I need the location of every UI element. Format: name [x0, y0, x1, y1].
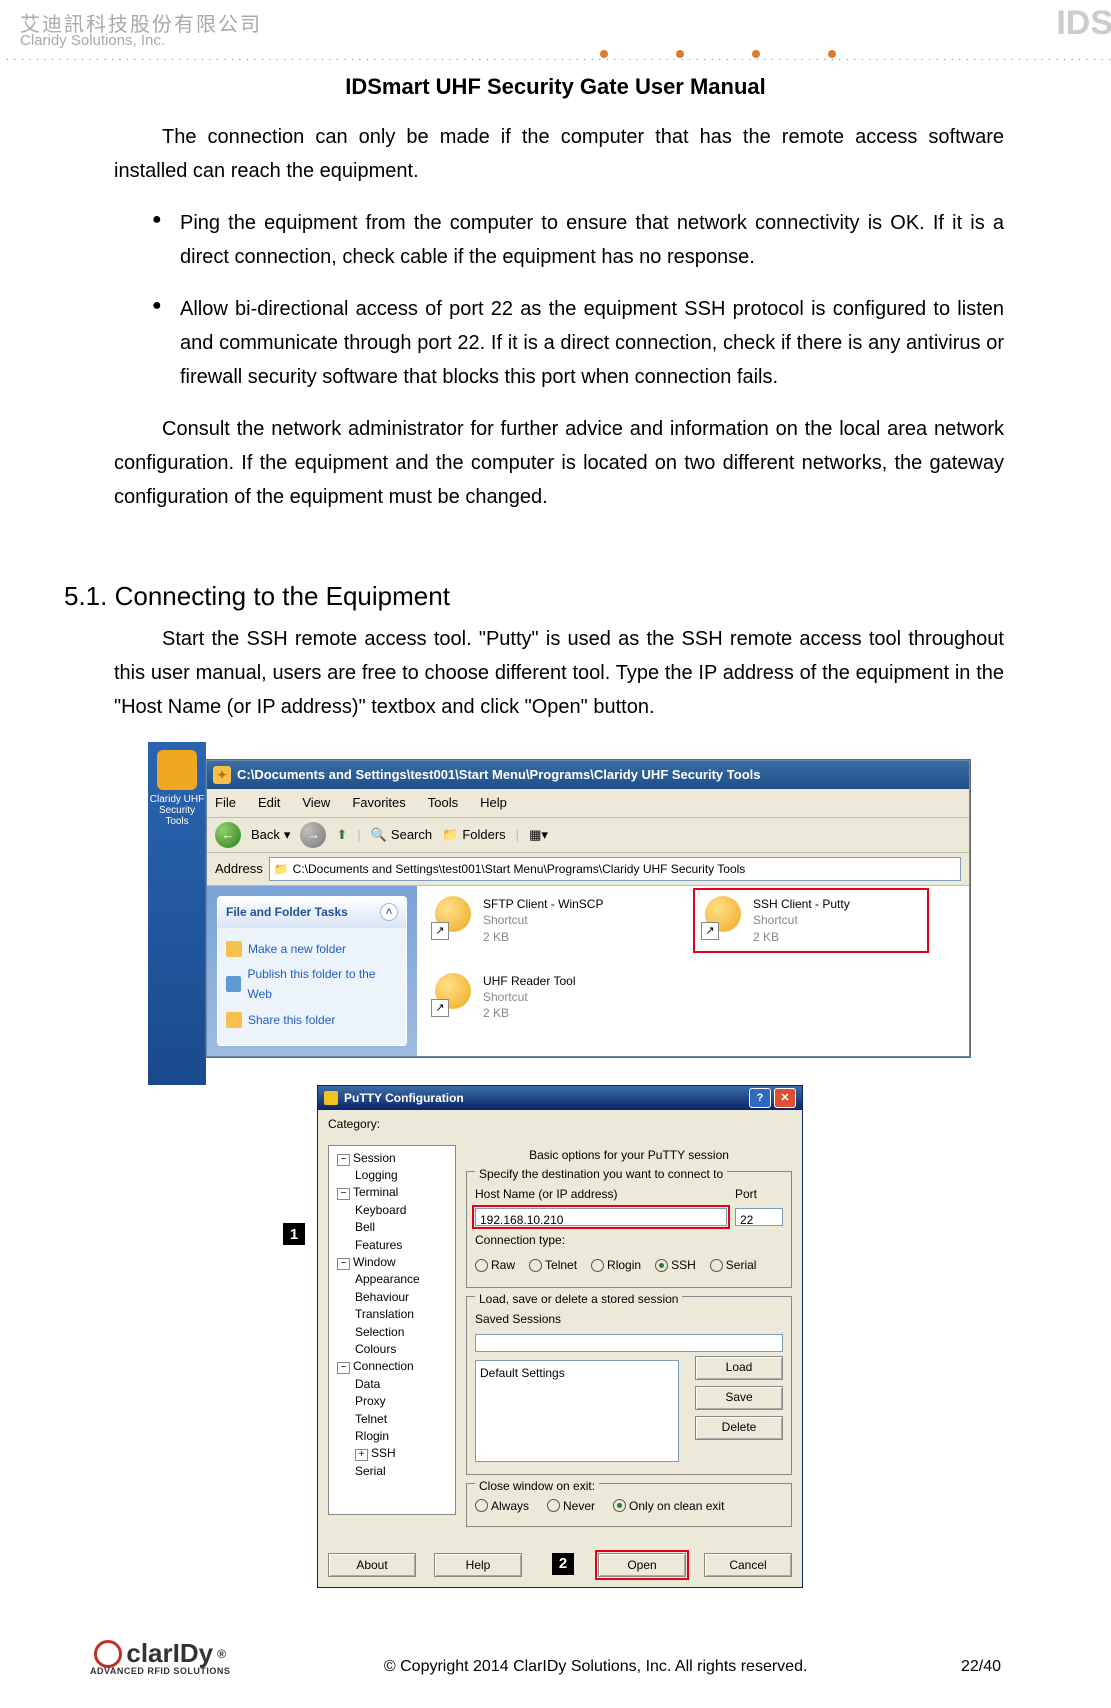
up-button-icon[interactable]: ⬆ — [336, 824, 347, 846]
explorer-window: ✦ C:\Documents and Settings\test001\Star… — [206, 760, 970, 1057]
conn-ssh[interactable]: SSH — [655, 1255, 696, 1275]
back-button-icon[interactable]: ← — [215, 822, 241, 848]
file-ssh-putty[interactable]: ↗ SSH Client - Putty Shortcut 2 KB — [697, 892, 925, 949]
close-always[interactable]: Always — [475, 1496, 529, 1516]
putty-title-text: PuTTY Configuration — [344, 1088, 464, 1108]
host-input[interactable]: 192.168.10.210 — [475, 1208, 727, 1226]
explorer-titlebar: ✦ C:\Documents and Settings\test001\Star… — [207, 761, 969, 789]
file-uhf-reader-tool[interactable]: ↗ UHF Reader Tool Shortcut 2 KB — [431, 973, 651, 1022]
session-default[interactable]: Default Settings — [480, 1363, 674, 1383]
putty-bottom-bar: About Help 2 Open Cancel — [318, 1545, 802, 1587]
sessions-legend: Load, save or delete a stored session — [475, 1289, 682, 1309]
explorer-files-pane: ↗ SFTP Client - WinSCP Shortcut 2 KB ↗ S… — [417, 886, 969, 1056]
putty-app-icon — [324, 1091, 338, 1105]
collapse-icon[interactable]: ˄ — [380, 903, 398, 921]
section-heading-5-1: 5.1. Connecting to the Equipment — [64, 574, 1004, 618]
help-window-button[interactable]: ? — [749, 1088, 771, 1108]
conn-rlogin[interactable]: Rlogin — [591, 1255, 641, 1275]
callout-2: 2 — [552, 1553, 574, 1575]
sessions-listbox[interactable]: Default Settings — [475, 1360, 679, 1462]
load-button[interactable]: Load — [695, 1356, 783, 1380]
help-button[interactable]: Help — [434, 1553, 522, 1577]
shortcut-arrow-icon: ↗ — [431, 999, 449, 1017]
page-number: 22/40 — [961, 1658, 1001, 1676]
folders-button[interactable]: 📁 Folders — [442, 824, 506, 846]
corner-logo: IDS — [1056, 4, 1111, 43]
desktop-launcher-strip: Claridy UHF Security Tools — [148, 742, 206, 1085]
paragraph-2: Consult the network administrator for fu… — [114, 412, 1004, 514]
destination-legend: Specify the destination you want to conn… — [475, 1164, 727, 1184]
page-footer: clarIDy® ADVANCED RFID SOLUTIONS © Copyr… — [0, 1638, 1111, 1676]
shortcut-arrow-icon: ↗ — [701, 922, 719, 940]
explorer-toolbar: ← Back ▾ → ⬆ | 🔍 Search 📁 Folders | ▦▾ — [207, 818, 969, 853]
search-button[interactable]: 🔍 Search — [371, 824, 432, 846]
task-publish[interactable]: Publish this folder to the Web — [226, 964, 398, 1005]
explorer-menubar: File Edit View Favorites Tools Help — [207, 789, 969, 818]
bullet-ping: Ping the equipment from the computer to … — [114, 206, 1004, 274]
menu-help[interactable]: Help — [480, 792, 507, 814]
claridy-logo: clarIDy® ADVANCED RFID SOLUTIONS — [90, 1638, 230, 1676]
address-input[interactable]: 📁 C:\Documents and Settings\test001\Star… — [269, 857, 961, 881]
panel-title: Basic options for your PuTTY session — [466, 1145, 792, 1165]
address-folder-icon: 📁 — [274, 859, 289, 879]
close-clean[interactable]: Only on clean exit — [613, 1496, 724, 1516]
folder-icon: ✦ — [213, 766, 231, 784]
launcher-label: Claridy UHF Security Tools — [148, 794, 206, 827]
host-label: Host Name (or IP address) — [475, 1184, 727, 1204]
tasks-title: File and Folder Tasks — [226, 902, 348, 922]
conn-telnet[interactable]: Telnet — [529, 1255, 577, 1275]
cancel-button[interactable]: Cancel — [704, 1553, 792, 1577]
document-title: IDSmart UHF Security Gate User Manual — [0, 74, 1111, 100]
saved-sessions-label: Saved Sessions — [475, 1309, 561, 1329]
explorer-title-text: C:\Documents and Settings\test001\Start … — [237, 764, 760, 786]
views-button-icon[interactable]: ▦▾ — [529, 824, 548, 846]
close-window-legend: Close window on exit: — [475, 1476, 599, 1496]
task-share[interactable]: Share this folder — [226, 1010, 398, 1030]
bullet-port22: Allow bi-directional access of port 22 a… — [114, 292, 1004, 394]
putty-category-tree[interactable]: −Session Logging −Terminal Keyboard Bell… — [328, 1145, 456, 1515]
putty-window: PuTTY Configuration ? ✕ Category: −Sessi… — [317, 1085, 803, 1588]
copyright-text: © Copyright 2014 ClarIDy Solutions, Inc.… — [230, 1658, 961, 1676]
menu-edit[interactable]: Edit — [258, 792, 280, 814]
callout-1: 1 — [283, 1223, 305, 1245]
open-button[interactable]: Open — [598, 1553, 686, 1577]
shortcut-arrow-icon: ↗ — [431, 922, 449, 940]
port-label: Port — [735, 1184, 783, 1204]
header-orange-dots — [600, 50, 836, 58]
file-sftp-winscp[interactable]: ↗ SFTP Client - WinSCP Shortcut 2 KB — [431, 896, 651, 945]
paragraph-3: Start the SSH remote access tool. "Putty… — [114, 622, 1004, 724]
explorer-task-pane: File and Folder Tasks ˄ Make a new folde… — [207, 886, 417, 1056]
save-button[interactable]: Save — [695, 1386, 783, 1410]
logo-ring-icon — [94, 1640, 122, 1668]
sessions-group: Load, save or delete a stored session Sa… — [466, 1296, 792, 1474]
session-name-input[interactable] — [475, 1334, 783, 1352]
conn-raw[interactable]: Raw — [475, 1255, 515, 1275]
category-label: Category: — [318, 1110, 802, 1134]
company-name-english: Claridy Solutions, Inc. — [20, 32, 165, 49]
launcher-gear-icon — [157, 750, 197, 790]
address-label: Address — [215, 858, 263, 880]
menu-tools[interactable]: Tools — [428, 792, 458, 814]
menu-favorites[interactable]: Favorites — [352, 792, 405, 814]
close-window-button[interactable]: ✕ — [774, 1088, 796, 1108]
address-value: C:\Documents and Settings\test001\Start … — [293, 859, 746, 879]
close-never[interactable]: Never — [547, 1496, 595, 1516]
putty-titlebar: PuTTY Configuration ? ✕ — [318, 1086, 802, 1110]
task-new-folder[interactable]: Make a new folder — [226, 939, 398, 959]
back-button[interactable]: Back ▾ — [251, 824, 290, 846]
menu-view[interactable]: View — [302, 792, 330, 814]
about-button[interactable]: About — [328, 1553, 416, 1577]
port-input[interactable]: 22 — [735, 1208, 783, 1226]
destination-group: Specify the destination you want to conn… — [466, 1171, 792, 1288]
menu-file[interactable]: File — [215, 792, 236, 814]
close-window-group: Close window on exit: Always Never Only … — [466, 1483, 792, 1527]
conn-serial[interactable]: Serial — [710, 1255, 757, 1275]
delete-button[interactable]: Delete — [695, 1416, 783, 1440]
header-divider: · · · · · · · · · · · · · · · · · · · · … — [6, 54, 1111, 60]
paragraph-1: The connection can only be made if the c… — [114, 120, 1004, 188]
explorer-addressbar: Address 📁 C:\Documents and Settings\test… — [207, 853, 969, 886]
forward-button-icon[interactable]: → — [300, 822, 326, 848]
connection-type-label: Connection type: — [475, 1230, 565, 1250]
